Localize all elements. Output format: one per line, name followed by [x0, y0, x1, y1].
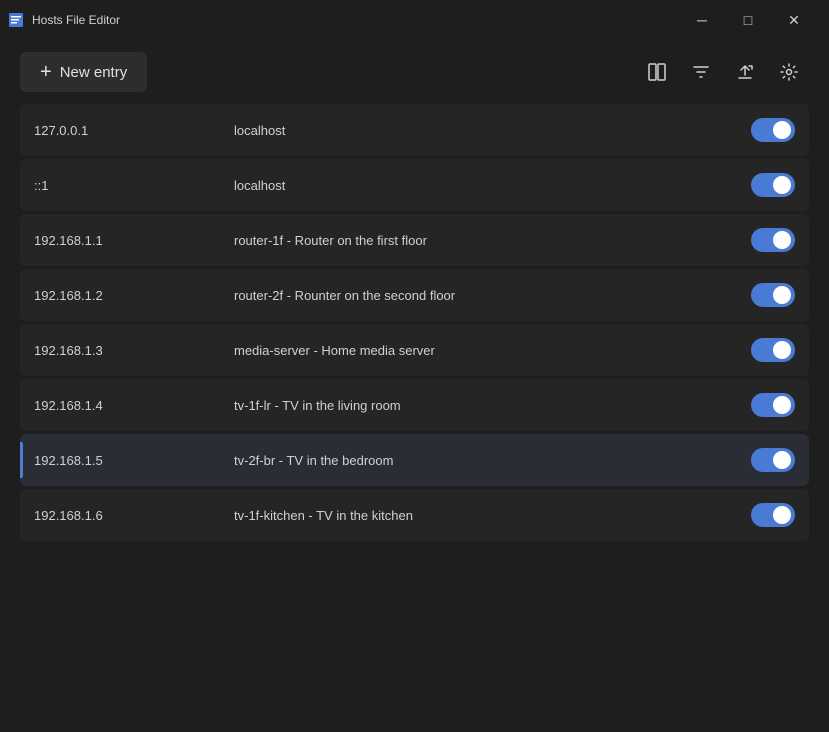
- host-hostname: media-server - Home media server: [234, 343, 751, 358]
- toolbar: + New entry: [0, 40, 829, 104]
- plus-icon: +: [40, 62, 52, 82]
- host-ip: 192.168.1.5: [34, 453, 234, 468]
- host-hostname: localhost: [234, 178, 751, 193]
- host-item[interactable]: ::1localhost: [20, 159, 809, 211]
- host-ip: 127.0.0.1: [34, 123, 234, 138]
- toolbar-right: [637, 52, 809, 92]
- host-toggle[interactable]: [751, 338, 795, 362]
- toggle-slider: [751, 283, 795, 307]
- new-entry-button[interactable]: + New entry: [20, 52, 147, 92]
- title-bar: Hosts File Editor ─ □ ✕: [0, 0, 829, 40]
- host-toggle[interactable]: [751, 118, 795, 142]
- host-hostname: tv-1f-lr - TV in the living room: [234, 398, 751, 413]
- export-icon: [735, 62, 755, 82]
- new-entry-label: New entry: [60, 64, 128, 81]
- layout-icon: [647, 62, 667, 82]
- host-list: 127.0.0.1localhost::1localhost192.168.1.…: [0, 104, 829, 541]
- host-hostname: router-2f - Rounter on the second floor: [234, 288, 751, 303]
- app-title: Hosts File Editor: [32, 13, 120, 27]
- host-item[interactable]: 192.168.1.6tv-1f-kitchen - TV in the kit…: [20, 489, 809, 541]
- toggle-slider: [751, 448, 795, 472]
- title-bar-left: Hosts File Editor: [8, 12, 120, 28]
- toggle-slider: [751, 173, 795, 197]
- toggle-slider: [751, 338, 795, 362]
- filter-icon: [691, 62, 711, 82]
- layout-button[interactable]: [637, 52, 677, 92]
- host-item[interactable]: 192.168.1.1router-1f - Router on the fir…: [20, 214, 809, 266]
- host-hostname: tv-1f-kitchen - TV in the kitchen: [234, 508, 751, 523]
- close-button[interactable]: ✕: [771, 4, 817, 36]
- host-toggle[interactable]: [751, 173, 795, 197]
- host-ip: 192.168.1.2: [34, 288, 234, 303]
- minimize-button[interactable]: ─: [679, 4, 725, 36]
- title-bar-controls: ─ □ ✕: [679, 4, 817, 36]
- toggle-slider: [751, 393, 795, 417]
- toggle-slider: [751, 228, 795, 252]
- settings-icon: [779, 62, 799, 82]
- host-ip: 192.168.1.1: [34, 233, 234, 248]
- app-icon: [8, 12, 24, 28]
- host-item[interactable]: 192.168.1.4tv-1f-lr - TV in the living r…: [20, 379, 809, 431]
- host-toggle[interactable]: [751, 228, 795, 252]
- host-ip: 192.168.1.6: [34, 508, 234, 523]
- host-item[interactable]: 192.168.1.5tv-2f-br - TV in the bedroom: [20, 434, 809, 486]
- host-hostname: router-1f - Router on the first floor: [234, 233, 751, 248]
- host-hostname: localhost: [234, 123, 751, 138]
- toggle-slider: [751, 118, 795, 142]
- host-item[interactable]: 192.168.1.3media-server - Home media ser…: [20, 324, 809, 376]
- toggle-slider: [751, 503, 795, 527]
- host-item[interactable]: 127.0.0.1localhost: [20, 104, 809, 156]
- settings-button[interactable]: [769, 52, 809, 92]
- maximize-button[interactable]: □: [725, 4, 771, 36]
- host-toggle[interactable]: [751, 283, 795, 307]
- host-toggle[interactable]: [751, 503, 795, 527]
- export-button[interactable]: [725, 52, 765, 92]
- host-hostname: tv-2f-br - TV in the bedroom: [234, 453, 751, 468]
- host-ip: 192.168.1.4: [34, 398, 234, 413]
- host-ip: 192.168.1.3: [34, 343, 234, 358]
- host-toggle[interactable]: [751, 448, 795, 472]
- filter-button[interactable]: [681, 52, 721, 92]
- host-item[interactable]: 192.168.1.2router-2f - Rounter on the se…: [20, 269, 809, 321]
- host-toggle[interactable]: [751, 393, 795, 417]
- host-ip: ::1: [34, 178, 234, 193]
